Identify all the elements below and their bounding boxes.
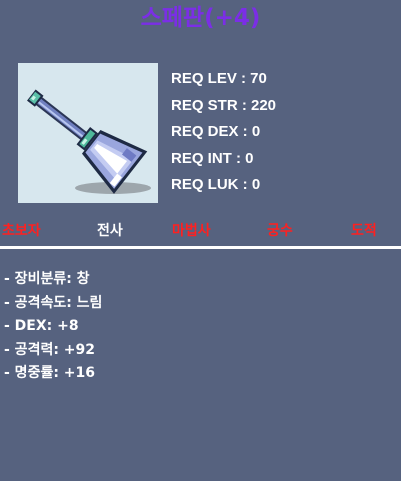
job-magician: 마법사 <box>172 223 211 239</box>
stat-category: - 장비분류: 창 <box>4 271 90 287</box>
req-dex: REQ DEX : 0 <box>171 123 261 140</box>
job-requirements: 초보자 전사 마법사 궁수 도적 <box>0 220 401 240</box>
job-beginner: 초보자 <box>2 223 41 239</box>
job-thief: 도적 <box>351 223 377 239</box>
spear-weapon-icon <box>27 89 151 194</box>
req-level: REQ LEV : 70 <box>171 70 267 87</box>
req-str: REQ STR : 220 <box>171 96 277 114</box>
stat-attack: - 공격력: +92 <box>4 341 96 358</box>
divider <box>0 246 401 249</box>
stat-attack-speed: - 공격속도: 느림 <box>4 294 103 311</box>
item-icon-frame <box>18 63 158 203</box>
stat-dex: - DEX: +8 <box>4 318 79 334</box>
requirements-list: REQ LEV : 70 REQ STR : 220 REQ DEX : 0 R… <box>171 66 276 199</box>
req-int: REQ INT : 0 <box>171 149 254 167</box>
req-luk: REQ LUK : 0 <box>171 176 261 193</box>
job-warrior: 전사 <box>97 223 123 239</box>
job-bowman: 궁수 <box>267 223 293 239</box>
stat-accuracy: - 명중률: +16 <box>4 365 96 381</box>
item-name: 스페판(+4) <box>140 5 261 31</box>
item-stats: - 장비분류: 창 - 공격속도: 느림 - DEX: +8 - 공격력: +9… <box>4 268 102 386</box>
